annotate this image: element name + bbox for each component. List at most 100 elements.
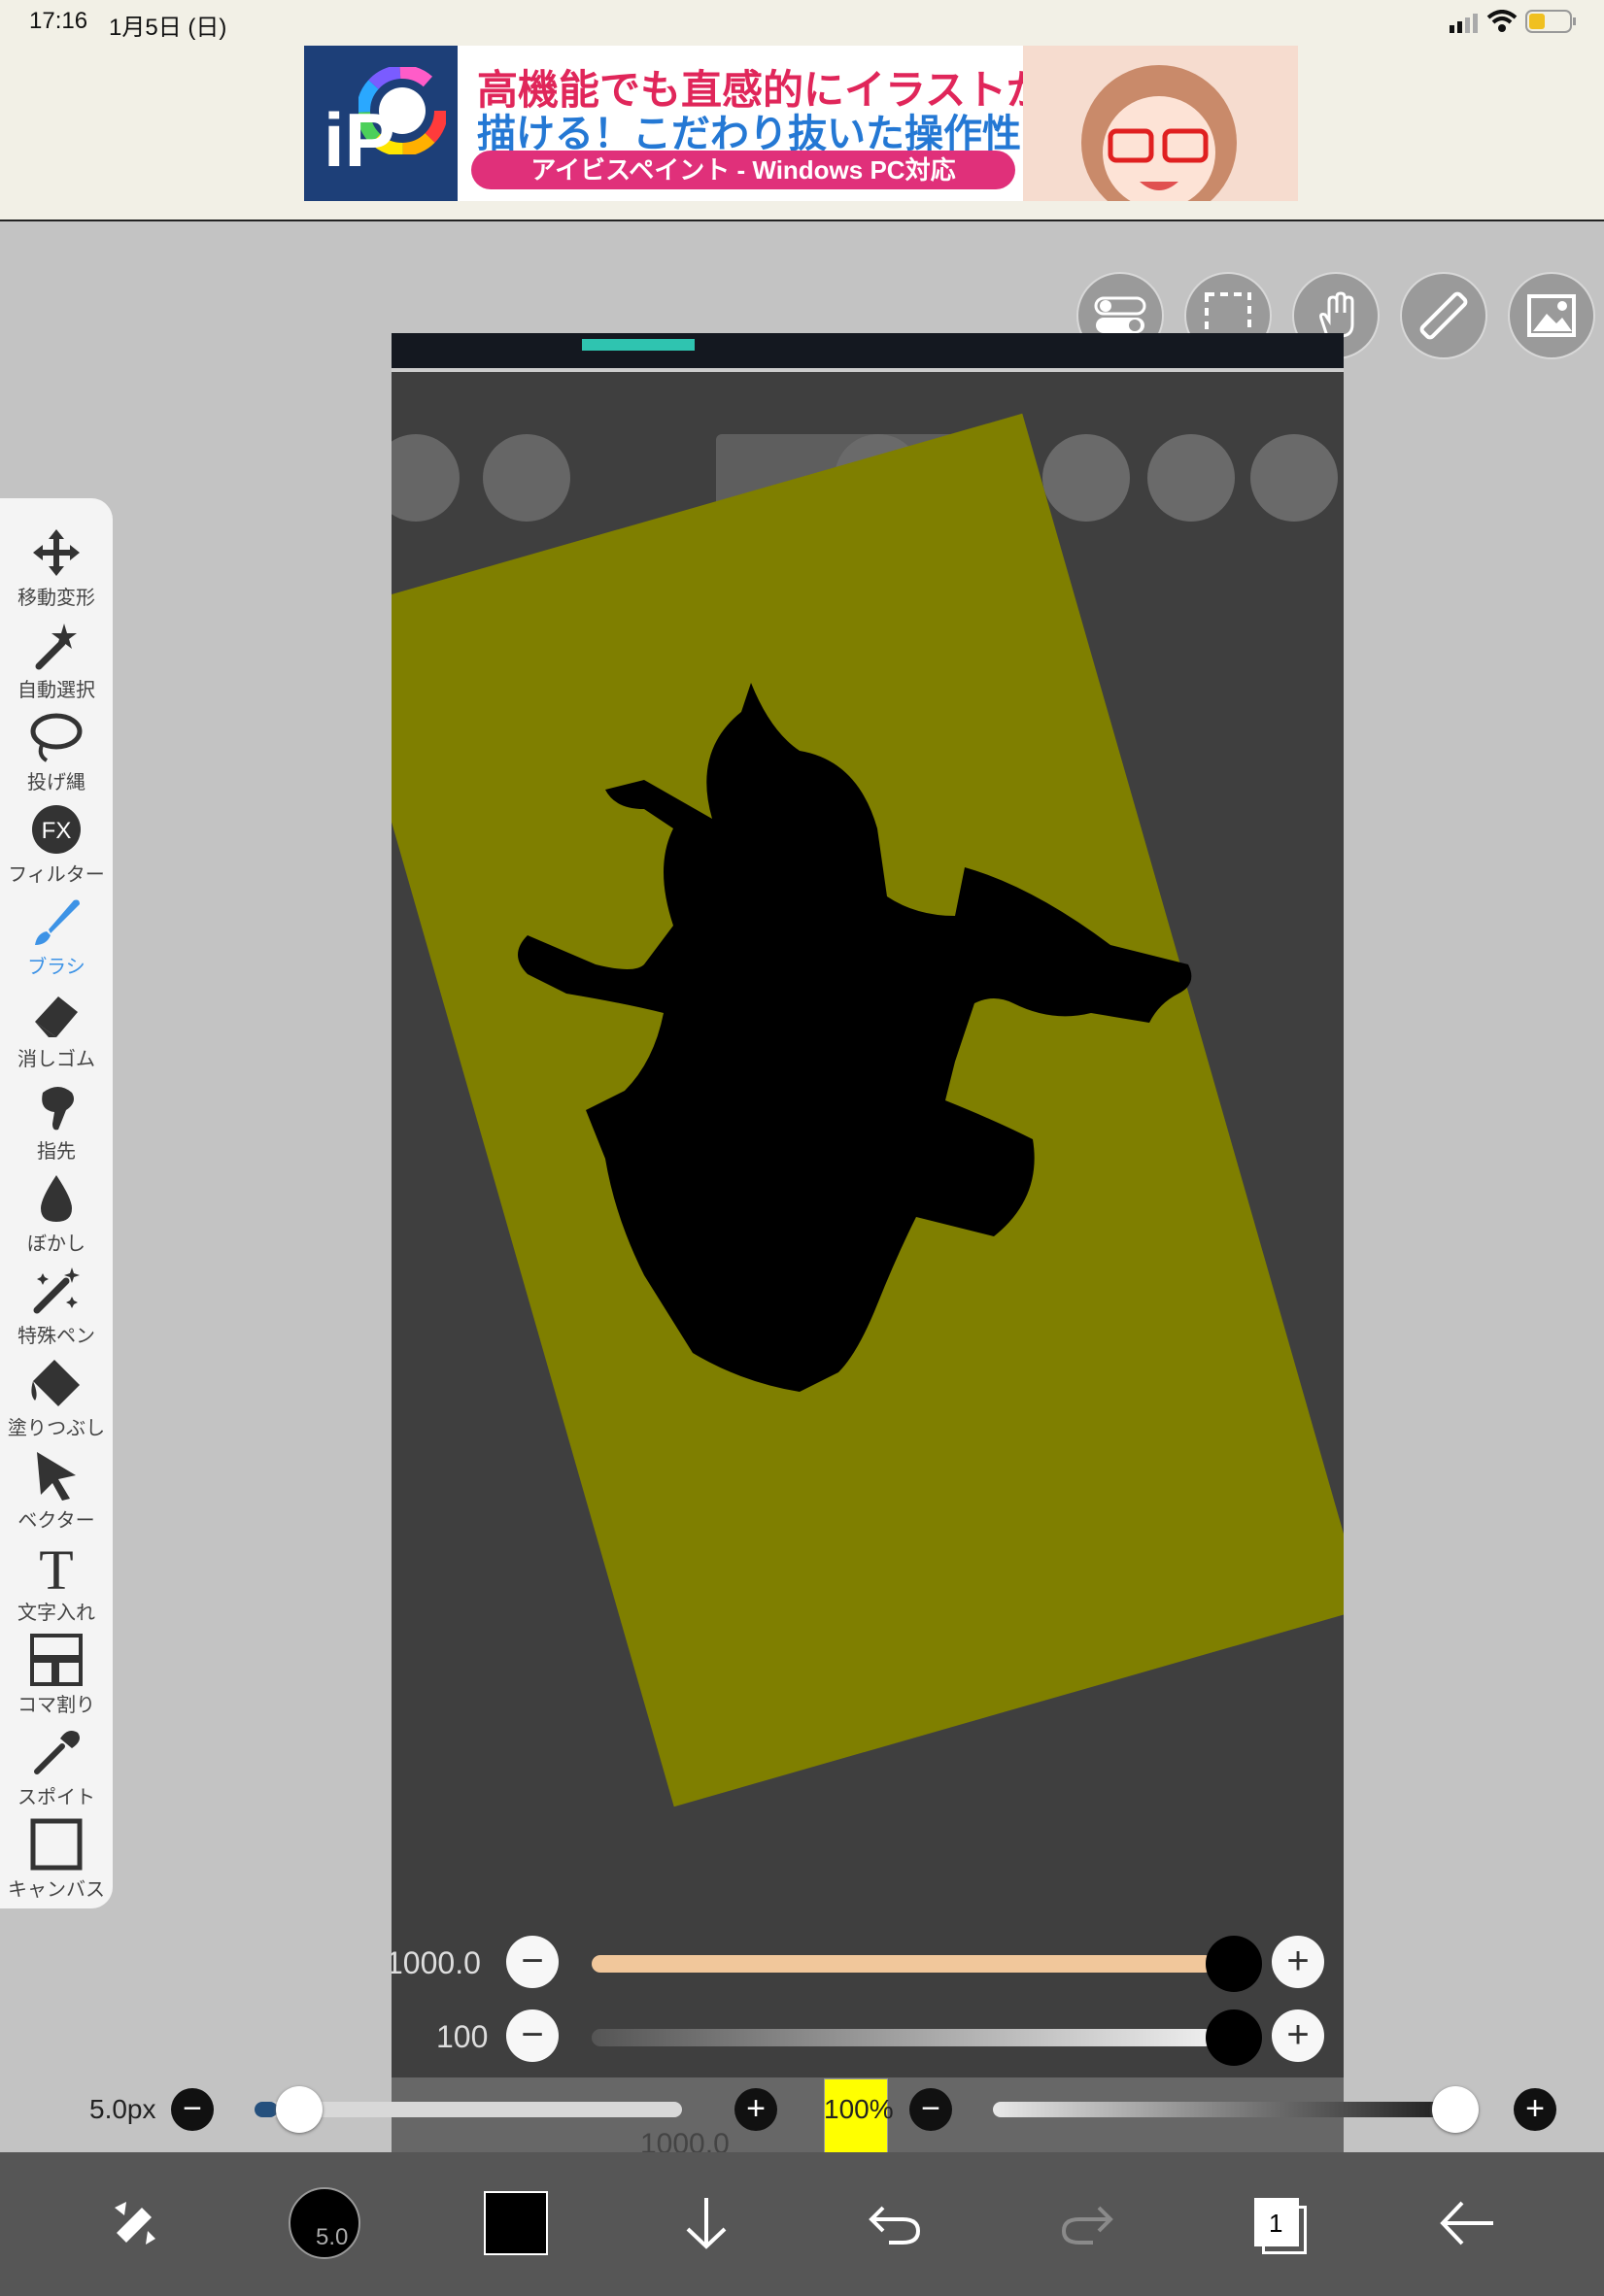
layers-button[interactable]: 1 xyxy=(1244,2170,1315,2277)
inner-size-slider-thumb xyxy=(1206,1936,1262,1992)
signal-icon xyxy=(1448,14,1481,38)
layers-icon: 1 xyxy=(1252,2196,1307,2254)
inner-menu-button xyxy=(483,434,570,522)
tool-palette: 移動変形 自動選択 投げ縄 FX フィルター ブラシ 消しゴム 指先 ぼかし 特… xyxy=(0,498,113,1908)
inner-hand-button xyxy=(1042,434,1130,522)
opacity-minus-button[interactable]: − xyxy=(909,2088,952,2131)
undo-button[interactable] xyxy=(859,2170,931,2277)
arrow-left-icon xyxy=(1440,2201,1493,2245)
brush-size-plus-button[interactable]: + xyxy=(734,2088,777,2131)
frame-divider-icon xyxy=(30,1634,83,1686)
inner-image-button xyxy=(1250,434,1338,522)
battery-icon xyxy=(1525,10,1578,40)
swap-tool-icon xyxy=(115,2202,155,2245)
inner-opacity-plus-button: + xyxy=(1272,2009,1324,2062)
tool-label: 指先 xyxy=(37,1141,76,1163)
ad-banner[interactable]: iP 高機能でも直感的にイラストが 描ける！こだわり抜いた操作性！ アイビスペイ… xyxy=(304,46,1298,201)
tool-label: 消しゴム xyxy=(17,1049,95,1070)
inner-size-value: 1000.0 xyxy=(392,1945,481,1980)
blur-icon xyxy=(41,1175,72,1222)
image-icon xyxy=(1527,294,1576,337)
brush-size-badge: 5.0 xyxy=(289,2187,360,2259)
tool-label: ベクター xyxy=(17,1510,95,1532)
brush-icon xyxy=(35,899,80,945)
top-banner-area: 17:16 1月5日 (日) iP 高機能でも直感的にイラストが 描ける！こだわ… xyxy=(0,0,1604,221)
back-button[interactable] xyxy=(1428,2170,1506,2277)
brush-size-value: 5.0px xyxy=(89,2094,156,2124)
wifi-icon xyxy=(1486,10,1518,38)
tool-label: 投げ縄 xyxy=(27,772,85,793)
tool-blur[interactable]: ぼかし xyxy=(0,1164,113,1256)
brush-size-button[interactable]: 5.0 xyxy=(286,2170,363,2277)
tool-finger[interactable]: 指先 xyxy=(0,1071,113,1164)
tool-label: 文字入れ xyxy=(17,1603,95,1624)
inner-size-minus-button: − xyxy=(506,1936,559,1988)
tool-label: 塗りつぶし xyxy=(7,1418,106,1439)
opacity-slider-thumb[interactable] xyxy=(1432,2086,1479,2133)
tool-lasso[interactable]: 投げ縄 xyxy=(0,702,113,794)
brush-size-slider-thumb[interactable] xyxy=(276,2086,323,2133)
fx-icon: FX xyxy=(32,805,81,854)
tool-magic-wand[interactable]: 自動選択 xyxy=(0,610,113,702)
redo-button[interactable] xyxy=(1051,2170,1123,2277)
inner-undo-button xyxy=(392,434,460,522)
tool-eyedropper[interactable]: スポイト xyxy=(0,1717,113,1809)
lasso-icon xyxy=(30,713,83,762)
tool-vector[interactable]: ベクター xyxy=(0,1440,113,1533)
inner-ruler-button xyxy=(1147,434,1235,522)
inner-opacity-slider-thumb xyxy=(1206,2009,1262,2066)
tool-label: フィルター xyxy=(8,864,105,886)
inner-opacity-value: 100 xyxy=(436,2019,489,2054)
ad-tagline: アイビスペイント - Windows PC対応 xyxy=(471,151,1015,189)
tool-label: キャンバス xyxy=(8,1879,105,1901)
fill-icon xyxy=(31,1360,80,1406)
color-button[interactable] xyxy=(482,2170,550,2277)
inner-size-plus-button: + xyxy=(1272,1936,1324,1988)
inner-status-bar xyxy=(392,333,1344,372)
eyedropper-icon xyxy=(34,1731,80,1774)
opacity-value: 100% xyxy=(824,2094,894,2124)
inner-opacity-minus-button: − xyxy=(506,2009,559,2062)
tool-fill[interactable]: 塗りつぶし xyxy=(0,1348,113,1440)
tool-eraser[interactable]: 消しゴム xyxy=(0,979,113,1071)
text-icon: T xyxy=(39,1540,73,1595)
tool-frame-divider[interactable]: コマ割り xyxy=(0,1625,113,1717)
eraser-icon xyxy=(35,996,78,1037)
finger-icon xyxy=(42,1087,74,1131)
tool-special-pen[interactable]: 特殊ペン xyxy=(0,1256,113,1348)
tool-canvas[interactable]: キャンバス xyxy=(0,1809,113,1902)
canvas-icon xyxy=(30,1818,83,1871)
magic-wand-icon xyxy=(35,624,77,670)
tool-filter[interactable]: FX フィルター xyxy=(0,794,113,887)
download-button[interactable] xyxy=(670,2170,742,2277)
swap-tool-button[interactable] xyxy=(97,2170,175,2277)
inner-size-slider-track xyxy=(592,1955,1213,1973)
primary-color-swatch xyxy=(484,2191,548,2255)
ad-character-image xyxy=(1023,46,1298,201)
ad-logo-text: iP xyxy=(324,97,395,183)
tool-label: コマ割り xyxy=(17,1695,95,1716)
layer-count: 1 xyxy=(1269,2209,1283,2238)
tool-label: 移動変形 xyxy=(17,588,95,609)
special-pen-icon xyxy=(33,1267,80,1314)
redo-icon xyxy=(1061,2206,1113,2245)
tool-move-transform[interactable]: 移動変形 xyxy=(0,518,113,610)
opacity-slider-track[interactable] xyxy=(993,2102,1479,2117)
opacity-plus-button[interactable]: + xyxy=(1514,2088,1556,2131)
tool-label: ぼかし xyxy=(27,1233,85,1255)
bottom-toolbar: 5.0 1 xyxy=(0,2152,1604,2296)
svg-text:T: T xyxy=(39,1540,73,1595)
character-silhouette xyxy=(450,673,1246,1649)
brush-size-minus-button[interactable]: − xyxy=(171,2088,214,2131)
status-time: 17:16 xyxy=(29,8,88,34)
tool-brush[interactable]: ブラシ xyxy=(0,887,113,979)
tool-label: 自動選択 xyxy=(17,680,95,701)
ad-logo: iP xyxy=(304,46,458,201)
ruler-icon xyxy=(1419,291,1468,340)
reference-image-button[interactable] xyxy=(1508,272,1595,359)
ruler-button[interactable] xyxy=(1400,272,1487,359)
status-date: 1月5日 (日) xyxy=(109,15,227,41)
inner-opacity-slider-track xyxy=(592,2029,1213,2046)
canvas-view[interactable]: 11 1000.0 − + 100 − + 1000.0 xyxy=(392,333,1344,2296)
tool-text[interactable]: T 文字入れ xyxy=(0,1533,113,1625)
